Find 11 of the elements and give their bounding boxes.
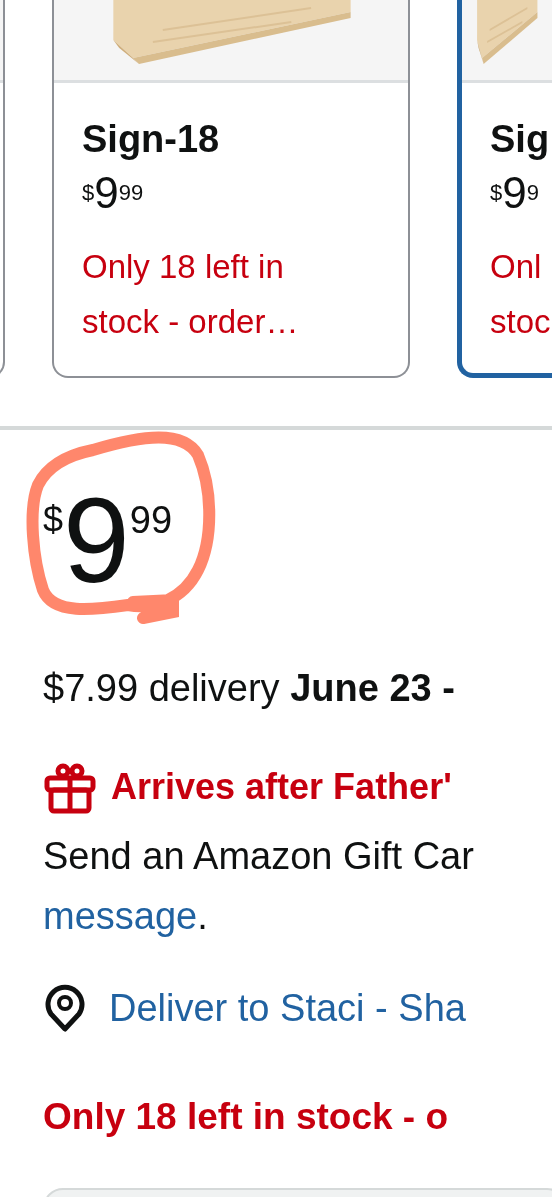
card-title: Sign-18 bbox=[82, 117, 220, 161]
location-pin-icon bbox=[43, 984, 87, 1032]
stock-note: Onl stoc bbox=[490, 247, 551, 342]
stock-status: Only 18 left in stock - o bbox=[43, 1096, 449, 1138]
stock-note: Only 18 left in stock - order… bbox=[82, 247, 300, 342]
card-title: Sig bbox=[490, 117, 550, 161]
deliver-to-link[interactable]: Deliver to Staci - Sha bbox=[109, 986, 466, 1030]
arrival-notice-text: Arrives after Father' bbox=[111, 766, 452, 808]
message-link[interactable]: message bbox=[43, 895, 198, 937]
delivery-text: $7.99 delivery June 23 - bbox=[43, 667, 455, 710]
gift-note: Send an Amazon Gift Car message. bbox=[43, 834, 474, 939]
